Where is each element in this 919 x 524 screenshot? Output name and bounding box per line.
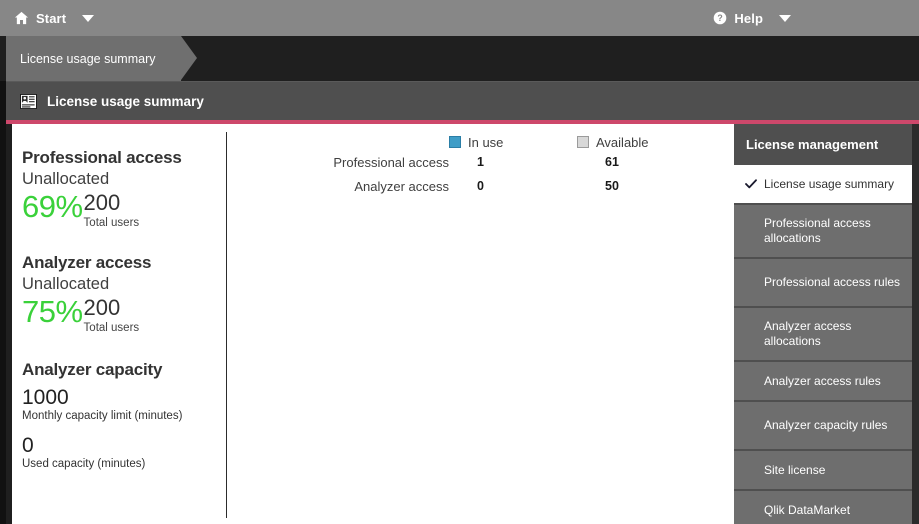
kpi-pane: Professional access Unallocated 69% 200 … <box>14 124 226 524</box>
table-row: Analyzer access 0 50 <box>234 176 734 196</box>
start-label: Start <box>36 10 67 26</box>
sidebar-item-label: Professional access rules <box>764 275 901 289</box>
row-in-use-value: 1 <box>477 155 484 169</box>
column-header-label: Available <box>596 134 649 150</box>
row-label: Professional access <box>333 154 449 170</box>
license-management-sidebar: License management License usage summary… <box>734 124 919 524</box>
kpi-total-label: Total users <box>83 322 140 334</box>
kpi-subtitle: Unallocated <box>22 170 110 188</box>
start-menu-button[interactable]: Start <box>0 0 95 36</box>
help-circle-icon: ? <box>713 11 727 25</box>
id-badge-icon <box>20 93 37 109</box>
sidebar-item-label: Analyzer capacity rules <box>764 418 888 432</box>
column-header-label: In use <box>468 134 504 150</box>
capacity-limit-value: 1000 <box>22 386 69 409</box>
check-icon <box>745 178 757 190</box>
kpi-percent: 69% <box>22 189 83 224</box>
kpi-total-label: Total users <box>83 217 140 229</box>
capacity-title: Analyzer capacity <box>22 360 163 379</box>
kpi-title: Professional access <box>22 148 182 167</box>
sidebar-item-label: Site license <box>764 462 826 477</box>
sidebar-item-label: Professional access allocations <box>764 216 871 245</box>
capacity-limit-label: Monthly capacity limit (minutes) <box>22 410 183 422</box>
sidebar-item-qlik-datamarket[interactable]: Qlik DataMarket <box>734 491 912 524</box>
row-available-value: 50 <box>605 179 619 193</box>
kpi-professional-access: Professional access Unallocated 69% 200 … <box>22 148 226 229</box>
sidebar-item-analyzer-access-allocations[interactable]: Analyzer access allocations <box>734 308 912 360</box>
breadcrumb-arrow-icon <box>181 36 197 80</box>
capacity-used-value: 0 <box>22 434 34 457</box>
page-title: License usage summary <box>47 93 204 109</box>
sidebar-right-rail <box>912 124 919 524</box>
legend-swatch-in-use <box>449 136 461 148</box>
app-window: Start ? Help License usage summary Licen… <box>0 0 919 524</box>
sidebar-item-professional-access-rules[interactable]: Professional access rules <box>734 259 912 306</box>
chevron-down-icon[interactable] <box>82 14 95 22</box>
help-menu-button[interactable]: ? Help <box>713 0 919 36</box>
breadcrumb-label: License usage summary <box>20 51 156 66</box>
left-rail <box>6 124 12 524</box>
row-label: Analyzer access <box>354 178 449 194</box>
sidebar-item-analyzer-capacity-rules[interactable]: Analyzer capacity rules <box>734 402 912 449</box>
sheet-title-bar: License usage summary <box>6 81 919 120</box>
help-label: Help <box>734 10 763 26</box>
sidebar-item-list: License usage summary Professional access… <box>734 165 919 524</box>
table-header-in-use: In use <box>449 135 577 150</box>
sidebar-item-label: License usage summary <box>764 176 895 191</box>
kpi-total-value: 200 <box>83 190 121 215</box>
sidebar-item-license-usage-summary[interactable]: License usage summary <box>734 165 912 203</box>
sidebar-item-label: Analyzer access rules <box>764 373 881 388</box>
kpi-title: Analyzer access <box>22 253 152 272</box>
kpi-analyzer-capacity: Analyzer capacity 1000 Monthly capacity … <box>22 360 226 470</box>
sidebar-title: License management <box>746 137 879 152</box>
chevron-down-icon[interactable] <box>779 14 791 22</box>
legend-swatch-available <box>577 136 589 148</box>
sidebar-item-analyzer-access-rules[interactable]: Analyzer access rules <box>734 362 912 400</box>
table-row: Professional access 1 61 <box>234 152 734 172</box>
table-header-row: In use Available <box>234 124 734 150</box>
sidebar-item-site-license[interactable]: Site license <box>734 451 912 489</box>
top-navigation-bar: Start ? Help <box>0 0 919 36</box>
kpi-analyzer-access: Analyzer access Unallocated 75% 200 Tota… <box>22 253 226 334</box>
kpi-percent: 75% <box>22 294 83 329</box>
sidebar-item-label: Qlik DataMarket <box>764 502 851 517</box>
table-header-available: Available <box>577 135 705 150</box>
kpi-subtitle: Unallocated <box>22 275 110 293</box>
breadcrumb[interactable]: License usage summary <box>6 36 182 81</box>
sidebar-item-label: Analyzer access allocations <box>764 319 852 348</box>
row-available-value: 61 <box>605 155 619 169</box>
sidebar-item-professional-access-allocations[interactable]: Professional access allocations <box>734 205 912 257</box>
home-icon <box>14 11 29 25</box>
svg-text:?: ? <box>718 13 723 23</box>
vertical-divider <box>226 132 227 518</box>
breadcrumb-bar: License usage summary <box>0 36 919 81</box>
license-usage-table: In use Available Professional access 1 6… <box>234 124 734 524</box>
capacity-used-label: Used capacity (minutes) <box>22 458 146 470</box>
kpi-total-value: 200 <box>83 295 121 320</box>
row-in-use-value: 0 <box>477 179 484 193</box>
